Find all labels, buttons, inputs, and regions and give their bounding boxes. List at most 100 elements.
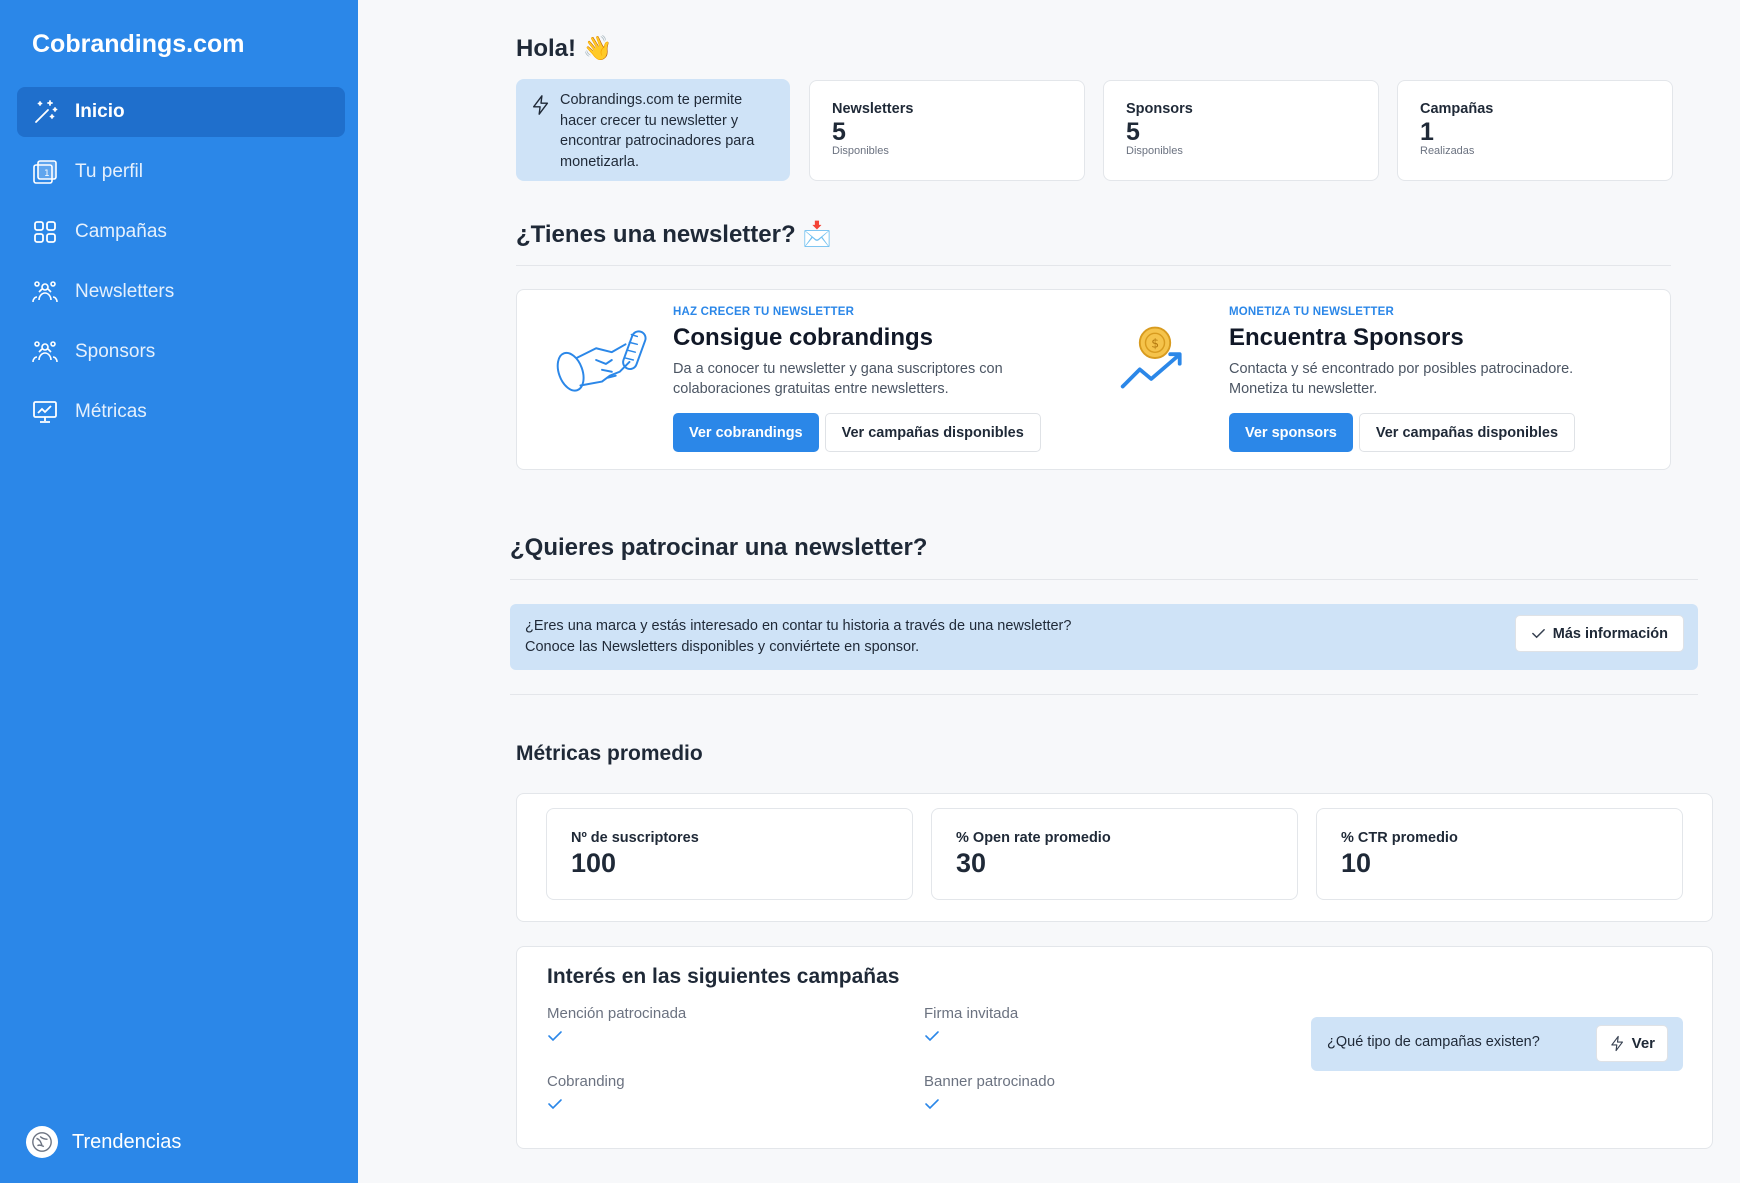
metric-subscribers: Nº de suscriptores 100 (546, 808, 913, 900)
grid-icon (31, 218, 59, 246)
promo-description-line: colaboraciones gratuitas entre newslette… (673, 380, 949, 397)
campaign-interest-card: Interés en las siguientes campañas Menci… (516, 946, 1713, 1149)
stat-value: 1 (1420, 118, 1434, 146)
campaign-label: Banner patrocinado (924, 1073, 1055, 1090)
sidebar-item-label: Métricas (75, 401, 147, 422)
stat-sub: Realizadas (1420, 145, 1475, 157)
sponsor-section-title: ¿Quieres patrocinar una newsletter? (510, 534, 928, 561)
promo-description-line: Da a conocer tu newsletter y gana suscri… (673, 361, 1003, 377)
newsletter-promo-card: HAZ CRECER TU NEWSLETTER Consigue cobran… (516, 289, 1671, 470)
ver-cobrandings-button[interactable]: Ver cobrandings (673, 413, 819, 452)
banner-text: ¿Eres una marca y estás interesado en co… (525, 616, 1071, 658)
stat-sub: Disponibles (1126, 145, 1183, 157)
monitor-chart-icon (31, 398, 59, 426)
banner-line: Conoce las Newsletters disponibles y con… (525, 639, 920, 655)
brand-logo[interactable]: Cobrandings.com (32, 30, 245, 59)
campaign-label: Cobranding (547, 1073, 625, 1090)
check-icon (924, 1028, 1018, 1048)
section-divider (510, 694, 1698, 695)
promo-title: Encuentra Sponsors (1229, 324, 1464, 351)
check-icon (547, 1028, 686, 1048)
check-icon (1531, 626, 1546, 641)
campaign-item: Firma invitada (924, 1005, 1018, 1048)
stat-campanas[interactable]: Campañas 1 Realizadas (1397, 80, 1673, 181)
metrics-title: Métricas promedio (516, 742, 703, 765)
account-switcher[interactable]: Trendencias (26, 1126, 181, 1158)
metric-value: 100 (571, 848, 617, 878)
promo-eyebrow: MONETIZA TU NEWSLETTER (1229, 306, 1394, 318)
people-network-icon (31, 278, 59, 306)
campaign-label: Firma invitada (924, 1005, 1019, 1022)
stat-newsletters[interactable]: Newsletters 5 Disponibles (809, 80, 1085, 181)
mas-informacion-button[interactable]: Más información (1514, 615, 1684, 652)
check-icon (547, 1096, 625, 1116)
campaign-item: Cobranding (547, 1073, 625, 1116)
metric-ctr: % CTR promedio 10 (1316, 808, 1683, 900)
account-name: Trendencias (72, 1130, 182, 1153)
stat-sub: Disponibles (832, 145, 889, 157)
banner-line: ¿Eres una marca y estás interesado en co… (525, 618, 1072, 634)
sidebar: Cobrandings.com Inicio 1 Tu perfil Campa… (0, 0, 358, 1183)
svg-text:1: 1 (44, 169, 50, 179)
metric-value: 30 (956, 848, 987, 878)
campaign-label: Mención patrocinada (547, 1005, 687, 1022)
promo-sponsors: MONETIZA TU NEWSLETTER Encuentra Sponsor… (1229, 306, 1659, 452)
newsletter-section-title: ¿Tienes una newsletter? 📩 (516, 221, 833, 248)
ver-campanas-button[interactable]: Ver campañas disponibles (824, 413, 1041, 452)
promo-description: Da a conocer tu newsletter y gana suscri… (673, 360, 1103, 399)
stat-label: Newsletters (832, 101, 914, 117)
magic-wand-icon (31, 98, 59, 126)
lightning-icon (530, 94, 552, 181)
ver-campanas-button[interactable]: Ver campañas disponibles (1358, 413, 1576, 452)
ver-sponsors-button[interactable]: Ver sponsors (1229, 413, 1353, 452)
sidebar-item-tu-perfil[interactable]: 1 Tu perfil (17, 147, 345, 197)
sidebar-item-label: Campañas (75, 221, 167, 242)
campaign-item: Banner patrocinado (924, 1073, 1055, 1116)
promo-title: Consigue cobrandings (673, 324, 934, 351)
check-icon (924, 1096, 1055, 1116)
campaign-interest-title: Interés en las siguientes campañas (547, 965, 900, 988)
campaign-item: Mención patrocinada (547, 1005, 686, 1048)
metrics-card: Nº de suscriptores 100 % Open rate prome… (516, 793, 1713, 922)
intro-card: Cobrandings.com te permite hacer crecer … (516, 79, 790, 181)
promo-description-line: Monetiza tu newsletter. (1229, 380, 1378, 397)
sidebar-item-label: Inicio (75, 101, 125, 122)
sidebar-item-sponsors[interactable]: Sponsors (17, 327, 345, 377)
promo-eyebrow: HAZ CRECER TU NEWSLETTER (673, 306, 855, 318)
promo-description-line: Contacta y sé encontrado por posibles pa… (1229, 361, 1574, 377)
handshake-icon (553, 320, 651, 405)
stat-value: 5 (832, 118, 846, 146)
sidebar-item-inicio[interactable]: Inicio (17, 87, 345, 137)
stat-sponsors[interactable]: Sponsors 5 Disponibles (1103, 80, 1379, 181)
metric-label: % Open rate promedio (956, 830, 1111, 846)
main-content: Hola! 👋 Cobrandings.com te permite hacer… (358, 0, 1740, 1183)
sidebar-item-newsletters[interactable]: Newsletters (17, 267, 345, 317)
ver-campaign-types-button[interactable]: Ver (1595, 1025, 1668, 1062)
section-divider (510, 579, 1698, 580)
sidebar-item-label: Sponsors (75, 341, 156, 362)
promo-actions: Ver sponsors Ver campañas disponibles (1229, 413, 1659, 452)
sidebar-item-label: Tu perfil (75, 161, 143, 182)
promo-cobrandings: HAZ CRECER TU NEWSLETTER Consigue cobran… (673, 306, 1103, 452)
stat-label: Sponsors (1126, 101, 1193, 117)
promo-actions: Ver cobrandings Ver campañas disponibles (673, 413, 1103, 452)
lightning-icon (1609, 1035, 1626, 1052)
svg-text:$: $ (1151, 337, 1159, 351)
stat-value: 5 (1126, 118, 1140, 146)
avatar-icon (26, 1126, 58, 1158)
campaign-types-question: ¿Qué tipo de campañas existen? (1327, 1034, 1540, 1050)
people-network-icon (31, 338, 59, 366)
button-label: Más información (1552, 625, 1668, 642)
metric-open-rate: % Open rate promedio 30 (931, 808, 1298, 900)
stat-label: Campañas (1420, 101, 1494, 117)
intro-text: Cobrandings.com te permite hacer crecer … (560, 92, 755, 170)
button-label: Ver (1631, 1035, 1655, 1052)
coin-growth-icon: $ (1117, 320, 1193, 401)
page-title: Hola! 👋 (516, 35, 613, 62)
campaign-types-box: ¿Qué tipo de campañas existen? Ver (1311, 1017, 1683, 1071)
sidebar-item-metricas[interactable]: Métricas (17, 387, 345, 437)
sidebar-item-label: Newsletters (75, 281, 175, 302)
promo-description: Contacta y sé encontrado por posibles pa… (1229, 360, 1659, 399)
profile-card-icon: 1 (31, 158, 59, 186)
sidebar-item-campanas[interactable]: Campañas (17, 207, 345, 257)
